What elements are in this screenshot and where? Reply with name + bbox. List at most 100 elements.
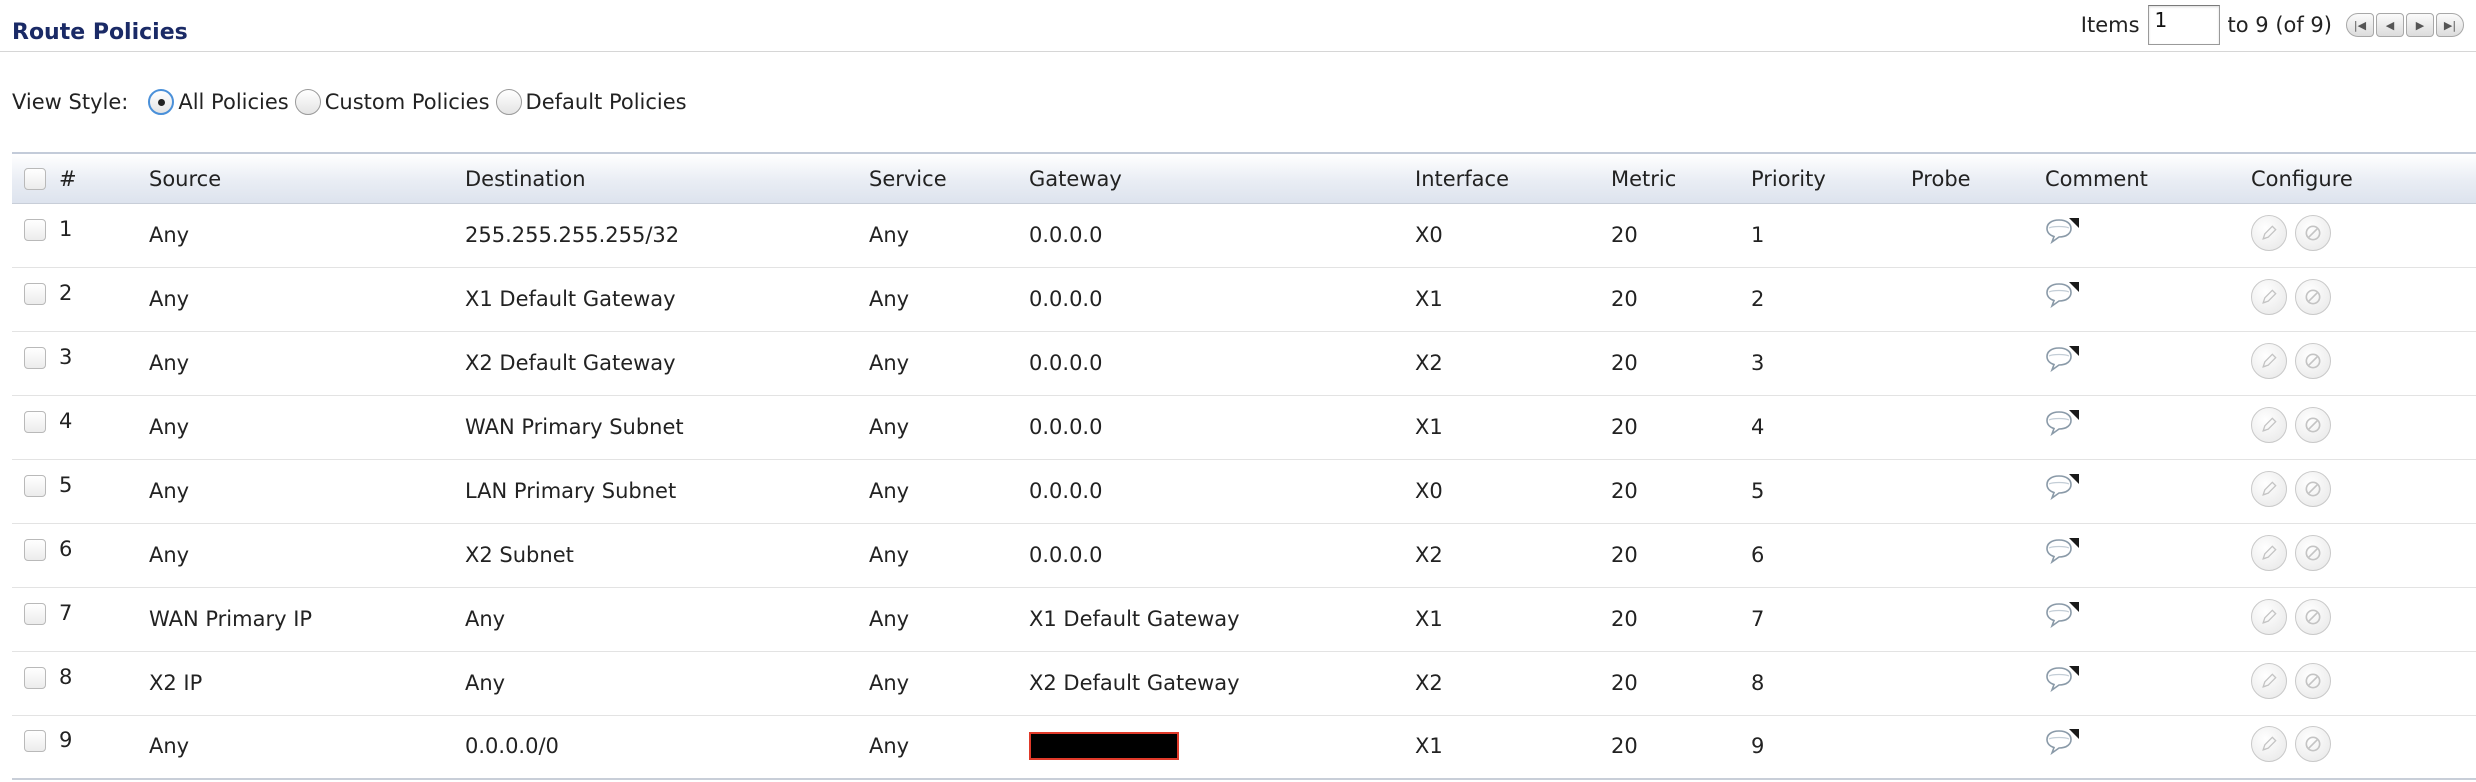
row-number: 1 (59, 216, 73, 241)
gateway-cell: X1 Default Gateway (1029, 606, 1240, 631)
col-header-num[interactable]: # (59, 154, 77, 203)
table-row[interactable]: 3 Any X2 Default Gateway Any 0.0.0.0 X2 20 3 (12, 332, 2476, 396)
table-row[interactable]: 1 Any 255.255.255.255/32 Any 0.0.0.0 X0 20 1 (12, 204, 2476, 268)
edit-icon[interactable] (2251, 406, 2287, 443)
edit-icon[interactable] (2251, 598, 2287, 635)
row-checkbox[interactable] (24, 538, 46, 561)
page-title: Route Policies (12, 20, 188, 45)
service-cell: Any (869, 478, 910, 503)
metric-cell: 20 (1611, 414, 1638, 439)
delete-icon[interactable] (2295, 406, 2331, 443)
row-checkbox[interactable] (24, 282, 46, 305)
radio-all-policies[interactable]: All Policies (148, 89, 289, 115)
interface-cell: X1 (1415, 286, 1443, 311)
comment-icon[interactable] (2045, 280, 2081, 310)
edit-icon[interactable] (2251, 726, 2287, 762)
col-header-priority[interactable]: Priority (1751, 154, 1826, 203)
source-cell: Any (149, 222, 190, 247)
priority-cell: 6 (1751, 542, 1765, 567)
priority-cell: 5 (1751, 478, 1765, 503)
metric-cell: 20 (1611, 670, 1638, 695)
col-header-metric[interactable]: Metric (1611, 154, 1676, 203)
edit-icon[interactable] (2251, 534, 2287, 571)
row-number: 7 (59, 600, 73, 625)
delete-icon[interactable] (2295, 214, 2331, 251)
comment-icon[interactable] (2045, 536, 2081, 566)
radio-button[interactable] (294, 89, 321, 115)
edit-icon[interactable] (2251, 342, 2287, 379)
items-range-text: to 9 (of 9) (2227, 13, 2332, 37)
table-row[interactable]: 6 Any X2 Subnet Any 0.0.0.0 X2 20 6 (12, 524, 2476, 588)
comment-icon[interactable] (2045, 216, 2081, 246)
table-row[interactable]: 9 Any 0.0.0.0/0 Any X1 20 9 (12, 716, 2476, 780)
comment-icon[interactable] (2045, 344, 2081, 374)
radio-custom-policies[interactable]: Custom Policies (294, 89, 490, 115)
prev-page-icon[interactable]: ◀ (2376, 13, 2404, 37)
row-checkbox[interactable] (24, 474, 46, 497)
radio-label: Custom Policies (324, 90, 490, 114)
comment-icon[interactable] (2045, 727, 2081, 757)
row-checkbox[interactable] (24, 730, 46, 752)
table-row[interactable]: 4 Any WAN Primary Subnet Any 0.0.0.0 X1 20 4 (12, 396, 2476, 460)
row-checkbox[interactable] (24, 218, 46, 241)
destination-cell: 0.0.0.0/0 (465, 734, 559, 758)
service-cell: Any (869, 670, 910, 695)
delete-icon[interactable] (2295, 278, 2331, 315)
edit-icon[interactable] (2251, 214, 2287, 251)
edit-icon[interactable] (2251, 278, 2287, 315)
last-page-icon[interactable]: ▶| (2436, 13, 2464, 37)
delete-icon[interactable] (2295, 342, 2331, 379)
metric-cell: 20 (1611, 606, 1638, 631)
comment-icon[interactable] (2045, 664, 2081, 694)
col-header-service[interactable]: Service (869, 154, 947, 203)
destination-cell: 255.255.255.255/32 (465, 222, 680, 247)
configure-buttons (2251, 342, 2331, 379)
delete-icon[interactable] (2295, 534, 2331, 571)
col-header-destination[interactable]: Destination (465, 154, 586, 203)
gateway-cell: X2 Default Gateway (1029, 670, 1240, 695)
metric-cell: 20 (1611, 222, 1638, 247)
gateway-cell: 0.0.0.0 (1029, 414, 1103, 439)
source-cell: Any (149, 478, 190, 503)
col-header-gateway[interactable]: Gateway (1029, 154, 1122, 203)
comment-icon[interactable] (2045, 408, 2081, 438)
radio-button[interactable] (495, 89, 522, 115)
row-number: 3 (59, 344, 73, 369)
row-checkbox[interactable] (24, 602, 46, 625)
first-page-icon[interactable]: |◀ (2346, 13, 2374, 37)
delete-icon[interactable] (2295, 598, 2331, 635)
select-all-checkbox[interactable] (24, 167, 46, 190)
col-header-interface[interactable]: Interface (1415, 154, 1509, 203)
interface-cell: X1 (1415, 606, 1443, 631)
row-checkbox[interactable] (24, 346, 46, 369)
row-number: 8 (59, 664, 73, 689)
table-row[interactable]: 2 Any X1 Default Gateway Any 0.0.0.0 X1 20 2 (12, 268, 2476, 332)
table-row[interactable]: 7 WAN Primary IP Any Any X1 Default Gateway X… (12, 588, 2476, 652)
source-cell: Any (149, 350, 190, 375)
edit-icon[interactable] (2251, 662, 2287, 699)
next-page-icon[interactable]: ▶ (2406, 13, 2434, 37)
edit-icon[interactable] (2251, 470, 2287, 507)
delete-icon[interactable] (2295, 662, 2331, 699)
comment-icon[interactable] (2045, 472, 2081, 502)
interface-cell: X2 (1415, 670, 1443, 695)
items-start-input[interactable] (2147, 5, 2220, 45)
priority-cell: 8 (1751, 670, 1765, 695)
service-cell: Any (869, 350, 910, 375)
priority-cell: 7 (1751, 606, 1765, 631)
comment-icon[interactable] (2045, 600, 2081, 630)
delete-icon[interactable] (2295, 726, 2331, 762)
source-cell: Any (149, 734, 190, 758)
radio-default-policies[interactable]: Default Policies (495, 89, 687, 115)
col-header-probe[interactable]: Probe (1911, 154, 1971, 203)
table-row[interactable]: 5 Any LAN Primary Subnet Any 0.0.0.0 X0 20 5 (12, 460, 2476, 524)
priority-cell: 4 (1751, 414, 1765, 439)
delete-icon[interactable] (2295, 470, 2331, 507)
row-checkbox[interactable] (24, 666, 46, 689)
source-cell: X2 IP (149, 670, 203, 695)
row-checkbox[interactable] (24, 410, 46, 433)
col-header-source[interactable]: Source (149, 154, 221, 203)
table-row[interactable]: 8 X2 IP Any Any X2 Default Gateway X2 20 8 (12, 652, 2476, 716)
route-policies-page: Route Policies Items to 9 (of 9) |◀ ◀ ▶ … (0, 0, 2476, 782)
radio-button-checked[interactable] (148, 89, 175, 115)
